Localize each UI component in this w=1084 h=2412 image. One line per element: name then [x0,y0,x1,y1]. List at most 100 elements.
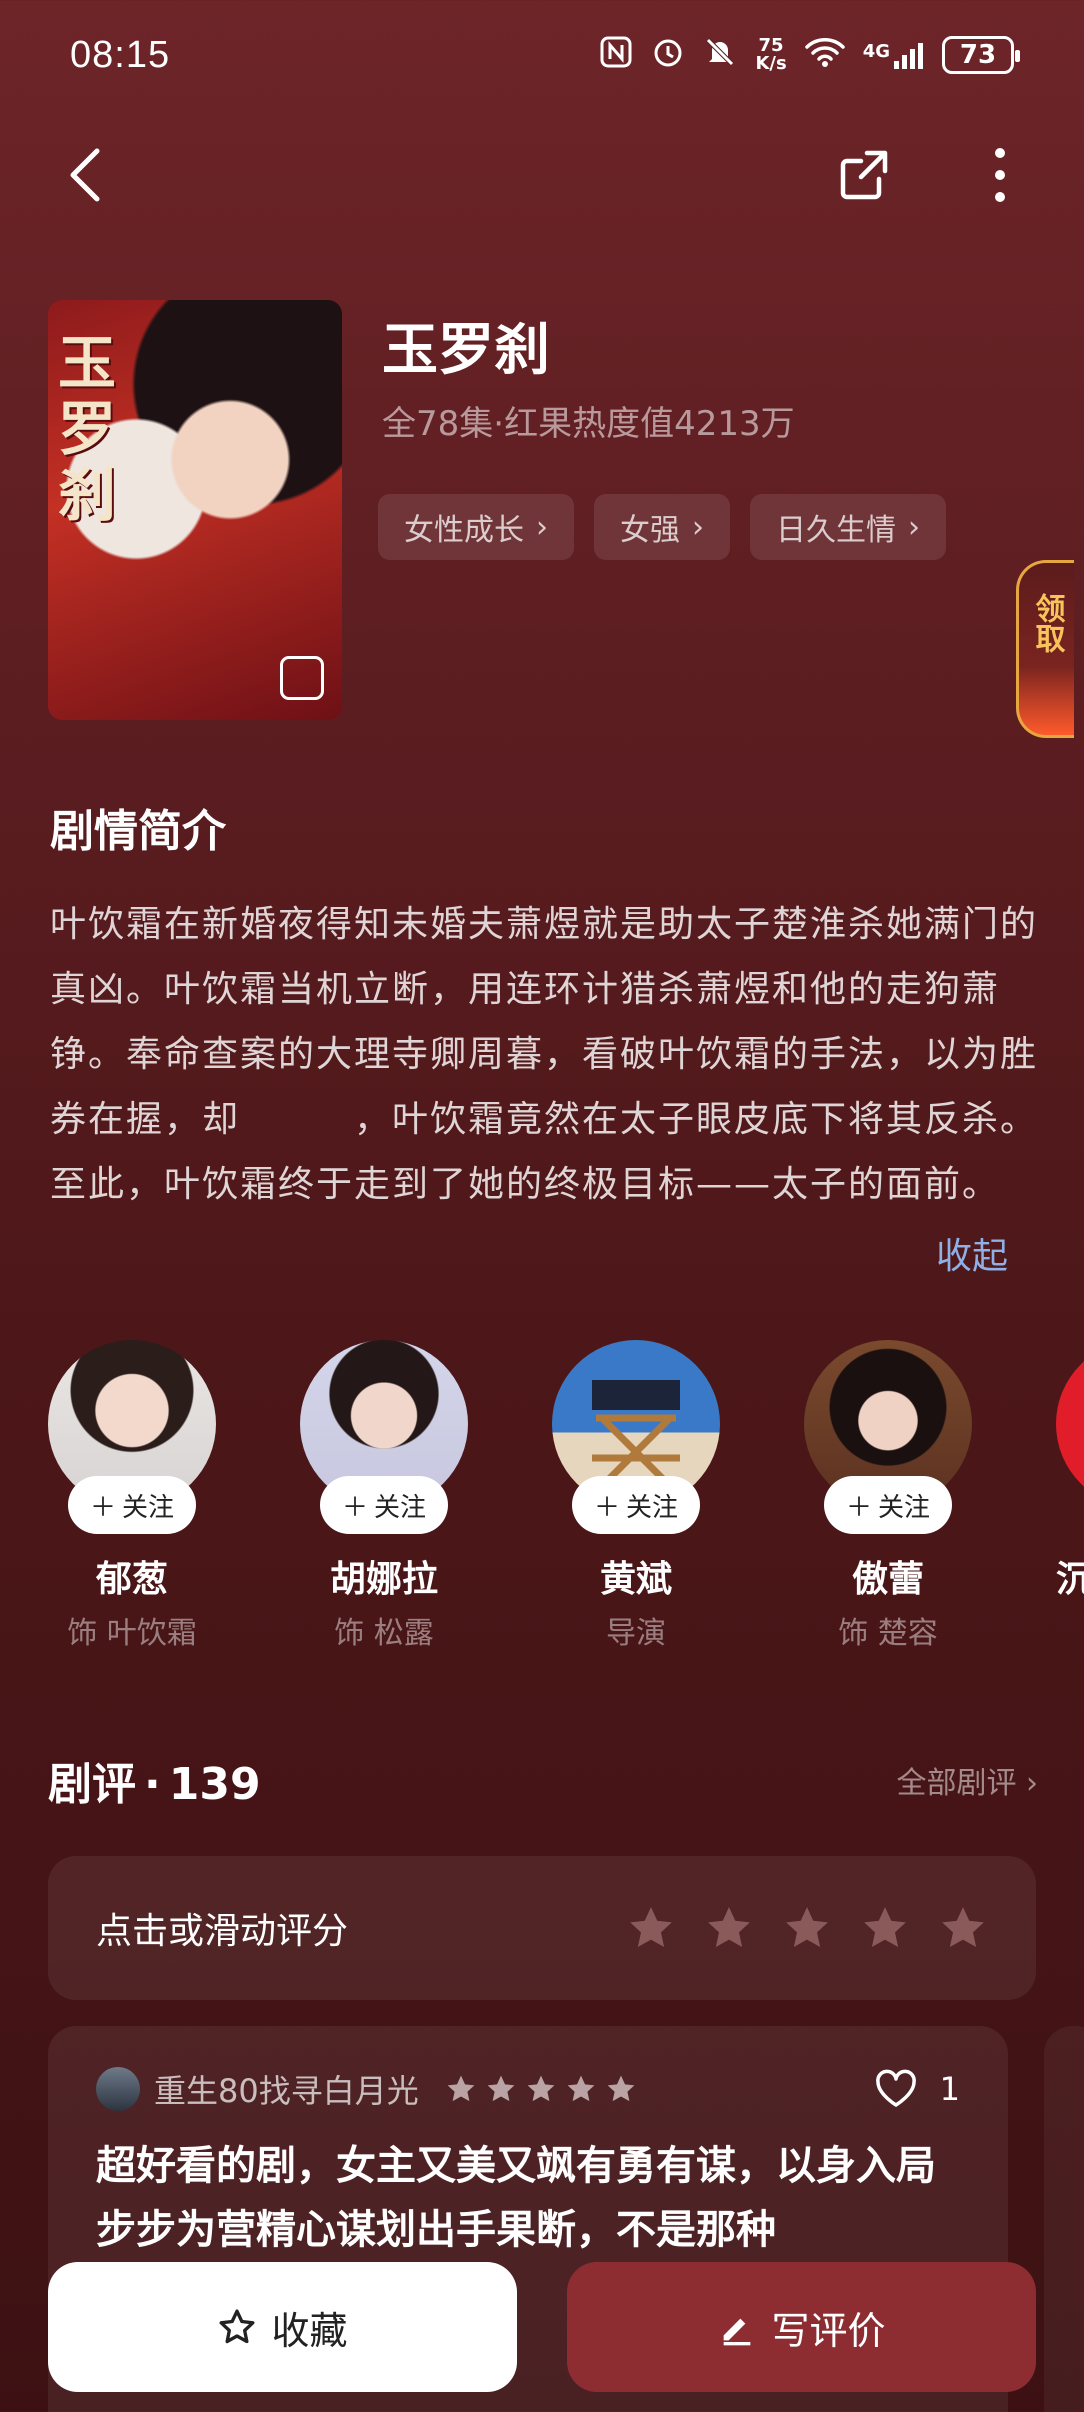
wifi-icon [804,36,845,75]
review-username[interactable]: 重生80找寻白月光 [154,2066,419,2112]
star-icon [567,2075,595,2102]
share-icon [840,150,888,200]
all-reviews-link[interactable]: 全部剧评 › [896,1758,1038,1802]
review-card-next[interactable] [1044,2026,1084,2412]
all-reviews-label: 全部剧评 [896,1766,1017,1801]
cast-member[interactable]: 沉 [1056,1340,1084,1602]
follow-label: 关注 [374,1492,427,1523]
review-stars [445,2073,637,2105]
status-icons: 75 K/s 4G 73 [599,35,1020,76]
battery-indicator: 73 [942,36,1020,74]
tag-label: 女性成长 [404,513,524,548]
alarm-icon [651,35,685,76]
cast-name: 黄斌 [599,1559,672,1600]
reviews-separator: · [144,1759,161,1810]
heart-icon [875,2069,916,2107]
tag-list: 女性成长 › 女强 › 日久生情 › [378,494,946,560]
drama-cover[interactable]: 玉罗刹 [48,300,342,720]
more-vertical-icon [995,148,1005,202]
cast-role: 饰 叶饮霜 [67,1616,197,1651]
follow-button[interactable]: ＋关注 [572,1476,700,1534]
star-icon [607,2075,635,2102]
tag-chip[interactable]: 女强 › [594,494,730,560]
plus-icon: ＋ [593,1492,620,1523]
drama-title: 玉罗刹 [382,317,550,383]
star-icon[interactable] [704,1903,754,1953]
cast-role: 饰 松露 [334,1616,434,1651]
tag-chip[interactable]: 女性成长 › [378,494,574,560]
reviews-heading: 剧评 · 139 [48,1748,261,1812]
write-review-label: 写评价 [771,2308,886,2353]
star-outline-icon [219,2309,255,2344]
gallery-icon[interactable] [280,656,324,700]
pen-icon [724,2318,751,2346]
star-icon[interactable] [860,1903,910,1953]
rating-stars[interactable] [626,1903,988,1953]
share-button[interactable] [820,130,910,220]
status-bar: 08:15 75 K/s 4G 73 [0,0,1084,110]
plus-icon: ＋ [89,1492,116,1523]
status-time: 08:15 [70,33,171,76]
star-icon [527,2075,555,2102]
cast-list: ＋关注 郁葱 饰 叶饮霜 ＋关注 胡娜拉 饰 松露 ＋关注 黄斌 导演 ＋关注 … [48,1340,1084,1660]
chevron-right-icon: › [692,509,704,545]
rate-prompt: 点击或滑动评分 [96,1911,349,1952]
collapse-link[interactable]: 收起 [936,1227,1008,1279]
review-header: 重生80找寻白月光 1 [96,2066,960,2112]
signal-bars-icon [894,43,923,69]
star-icon[interactable] [626,1903,676,1953]
more-button[interactable] [955,130,1045,220]
write-review-button[interactable]: 写评价 [567,2262,1036,2392]
avatar [1056,1340,1084,1508]
back-button[interactable] [40,130,130,220]
collect-label: 收藏 [271,2308,348,2353]
follow-button[interactable]: ＋关注 [68,1476,196,1534]
star-icon [447,2075,475,2102]
cast-role: 导演 [606,1616,666,1651]
claim-reward-button[interactable]: 领取 [1016,560,1074,738]
cast-role: 饰 楚容 [838,1616,938,1651]
star-icon[interactable] [782,1903,832,1953]
nfc-icon [599,35,633,76]
tag-label: 日久生情 [776,513,896,548]
collect-button[interactable]: 收藏 [48,2262,517,2392]
chevron-right-icon: › [1026,1766,1038,1801]
cast-name: 胡娜拉 [329,1559,438,1600]
cast-member[interactable]: ＋关注 胡娜拉 饰 松露 [300,1340,468,1652]
follow-label: 关注 [122,1492,175,1523]
star-icon[interactable] [938,1903,988,1953]
review-text: 超好看的剧，女主又美又飒有勇有谋，以身入局步步为营精心谋划出手果断，不是那种 [96,2143,936,2253]
mute-icon [703,35,737,76]
star-icon [487,2075,515,2102]
follow-label: 关注 [878,1492,931,1523]
plus-icon: ＋ [341,1492,368,1523]
tag-chip[interactable]: 日久生情 › [750,494,946,560]
reviews-count: 139 [168,1759,261,1810]
follow-button[interactable]: ＋关注 [320,1476,448,1534]
avatar[interactable] [96,2067,140,2111]
chevron-right-icon: › [536,509,548,545]
cast-name: 傲蕾 [851,1559,924,1600]
cast-name: 郁葱 [95,1559,168,1600]
network-type: 4G [862,41,890,62]
rating-card[interactable]: 点击或滑动评分 [48,1856,1036,2000]
signal: 4G [863,41,924,69]
reviews-heading-label: 剧评 [48,1759,136,1810]
follow-label: 关注 [626,1492,679,1523]
drama-meta: 全78集·红果热度值4213万 [382,404,795,444]
cast-member[interactable]: ＋关注 傲蕾 饰 楚容 [804,1340,972,1652]
like-button[interactable]: 1 [874,2069,960,2109]
like-count: 1 [939,2070,960,2108]
cast-name: 沉 [1056,1559,1084,1600]
chevron-right-icon: › [908,509,920,545]
tag-label: 女强 [620,513,680,548]
net-speed-unit: K/s [755,53,787,74]
net-speed: 75 K/s [755,37,786,73]
follow-button[interactable]: ＋关注 [824,1476,952,1534]
synopsis-heading: 剧情简介 [50,806,226,857]
cast-member[interactable]: ＋关注 郁葱 饰 叶饮霜 [48,1340,216,1652]
cast-member[interactable]: ＋关注 黄斌 导演 [552,1340,720,1652]
synopsis-text: 叶饮霜在新婚夜得知未婚夫萧煜就是助太子楚淮杀她满门的真凶。叶饮霜当机立断，用连环… [50,904,1039,1205]
reviews-header: 剧评 · 139 全部剧评 › [48,1748,1038,1812]
plus-icon: ＋ [845,1492,872,1523]
